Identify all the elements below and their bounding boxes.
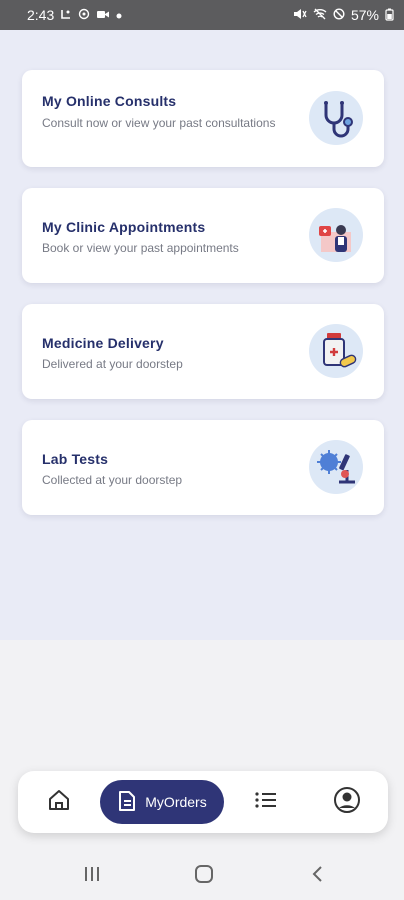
card-subtitle: Book or view your past appointments (42, 241, 239, 255)
orders-icon (117, 790, 137, 815)
recents-icon[interactable] (80, 862, 104, 886)
system-nav-bar (0, 848, 404, 900)
online-consults-card[interactable]: My Online Consults Consult now or view y… (22, 70, 384, 167)
screenshot-icon (60, 8, 72, 22)
orders-content: My Online Consults Consult now or view y… (0, 30, 404, 640)
mute-icon (293, 8, 307, 22)
profile-icon (333, 786, 361, 819)
card-title: My Online Consults (42, 93, 177, 109)
lab-tests-card[interactable]: Lab Tests Collected at your doorstep (22, 420, 384, 515)
stethoscope-icon (309, 91, 363, 145)
video-icon (96, 8, 110, 22)
dot-icon (116, 9, 122, 21)
clinic-appointments-card[interactable]: My Clinic Appointments Book or view your… (22, 188, 384, 283)
card-subtitle: Consult now or view your past consultati… (42, 116, 276, 130)
nav-my-orders-button[interactable]: MyOrders (100, 780, 224, 824)
home-icon (46, 787, 72, 818)
list-icon (254, 790, 278, 815)
microscope-icon (309, 440, 363, 494)
nav-home-button[interactable] (44, 787, 74, 817)
card-title: Lab Tests (42, 451, 109, 467)
medicine-icon (309, 324, 363, 378)
medicine-delivery-card[interactable]: Medicine Delivery Delivered at your door… (22, 304, 384, 399)
nav-list-button[interactable] (251, 787, 281, 817)
battery-icon (385, 8, 394, 23)
card-subtitle: Collected at your doorstep (42, 473, 183, 487)
status-time: 2:43 (27, 7, 55, 23)
dnd-icon (333, 8, 345, 22)
nav-active-label: MyOrders (145, 794, 207, 810)
battery-percent: 57% (350, 7, 379, 23)
bottom-nav: MyOrders (18, 771, 388, 833)
card-title: Medicine Delivery (42, 335, 164, 351)
home-circle-icon[interactable] (192, 862, 216, 886)
status-right: 57% (293, 7, 394, 23)
status-bar: 2:43 57% (0, 0, 404, 30)
wifi-icon (313, 8, 327, 22)
clinic-icon (309, 208, 363, 262)
status-left: 2:43 (27, 7, 122, 23)
nav-profile-button[interactable] (332, 786, 362, 819)
card-subtitle: Delivered at your doorstep (42, 357, 183, 371)
card-title: My Clinic Appointments (42, 219, 206, 235)
back-icon[interactable] (305, 862, 329, 886)
shield-icon (78, 8, 90, 22)
